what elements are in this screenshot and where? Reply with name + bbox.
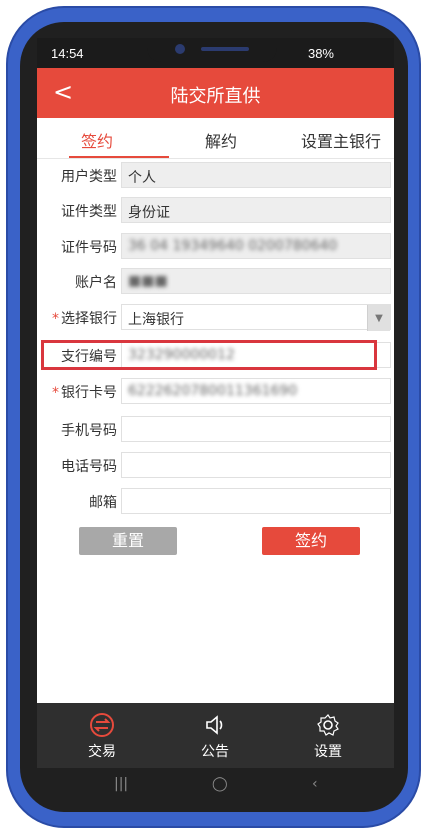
required-mark: * xyxy=(52,385,59,401)
bank-select-value: 上海银行 xyxy=(128,312,184,328)
row-mobile: 手机号码 xyxy=(37,414,394,444)
page-title: 陆交所直供 xyxy=(170,86,261,107)
row-select-bank: * 选择银行 上海银行 ▼ xyxy=(37,302,394,332)
bottom-nav: 交易 公告 设置 xyxy=(37,703,394,768)
tab-unsign[interactable]: 解约 xyxy=(205,128,237,152)
nav-settings[interactable]: 设置 xyxy=(283,709,373,761)
select-bank-label: * 选择银行 xyxy=(45,308,117,328)
back-nav-icon[interactable]: ‹ xyxy=(312,776,318,792)
card-number-label: * 银行卡号 xyxy=(45,382,117,402)
row-id-number: 证件号码 36 04 19349640 0200780640 xyxy=(37,231,394,261)
row-account-name: 账户名 ■■■ xyxy=(37,266,394,296)
row-phone: 电话号码 xyxy=(37,450,394,480)
tab-set-main-bank[interactable]: 设置主银行 xyxy=(301,128,381,152)
user-type-label: 用户类型 xyxy=(61,169,117,185)
email-field[interactable] xyxy=(121,488,391,514)
app-screen: 14:54 38% < 陆交所直供 签约 解约 设置主银行 用户类型 个人 证件… xyxy=(37,38,394,768)
system-navigation-bar: ||| ◯ ‹ xyxy=(62,776,368,794)
id-number-value: 36 04 19349640 0200780640 xyxy=(128,238,338,254)
card-number-value: 6222620780011361690 xyxy=(128,383,298,399)
app-header: < 陆交所直供 xyxy=(37,68,394,118)
battery-level: 38% xyxy=(307,46,334,61)
id-number-field: 36 04 19349640 0200780640 xyxy=(121,233,391,259)
email-label: 邮箱 xyxy=(89,495,117,511)
id-number-label: 证件号码 xyxy=(61,240,117,256)
phone-field[interactable] xyxy=(121,452,391,478)
home-icon[interactable]: ◯ xyxy=(212,776,228,792)
nav-trade-label: 交易 xyxy=(88,744,116,760)
tab-sign[interactable]: 签约 xyxy=(81,128,113,152)
reset-button[interactable]: 重置 xyxy=(79,527,177,555)
chevron-down-icon[interactable]: ▼ xyxy=(367,305,390,331)
account-name-value: ■■■ xyxy=(128,273,168,289)
speaker-icon xyxy=(170,709,260,741)
sign-button[interactable]: 签约 xyxy=(262,527,360,555)
account-name-label: 账户名 xyxy=(75,275,117,291)
row-email: 邮箱 xyxy=(37,486,394,516)
nav-announcement-label: 公告 xyxy=(201,744,229,760)
row-id-type: 证件类型 身份证 xyxy=(37,195,394,225)
account-name-field: ■■■ xyxy=(121,268,391,294)
row-card-number: * 银行卡号 6222620780011361690 xyxy=(37,376,394,406)
id-type-field: 身份证 xyxy=(121,197,391,223)
nav-announcement[interactable]: 公告 xyxy=(170,709,260,761)
user-type-field: 个人 xyxy=(121,162,391,188)
id-type-label: 证件类型 xyxy=(61,204,117,220)
recent-apps-icon[interactable]: ||| xyxy=(114,776,128,792)
card-number-field[interactable]: 6222620780011361690 xyxy=(121,378,391,404)
required-mark: * xyxy=(52,311,59,327)
camera-notch xyxy=(147,38,277,62)
camera-icon xyxy=(175,44,185,54)
row-user-type: 用户类型 个人 xyxy=(37,160,394,190)
active-tab-indicator xyxy=(69,156,169,158)
card-number-label-text: 银行卡号 xyxy=(61,385,117,401)
mobile-label: 手机号码 xyxy=(61,423,117,439)
gear-icon xyxy=(283,709,373,741)
branch-highlight-box xyxy=(41,340,377,370)
nav-trade[interactable]: 交易 xyxy=(57,709,147,761)
mobile-field[interactable] xyxy=(121,416,391,442)
nav-settings-label: 设置 xyxy=(314,744,342,760)
trade-icon xyxy=(57,709,147,741)
tab-bar: 签约 解约 设置主银行 xyxy=(37,118,394,159)
earpiece-speaker xyxy=(201,47,249,51)
phone-label: 电话号码 xyxy=(61,459,117,475)
bank-select[interactable]: 上海银行 ▼ xyxy=(121,304,391,331)
select-bank-label-text: 选择银行 xyxy=(61,311,117,327)
status-time: 14:54 xyxy=(51,46,84,61)
